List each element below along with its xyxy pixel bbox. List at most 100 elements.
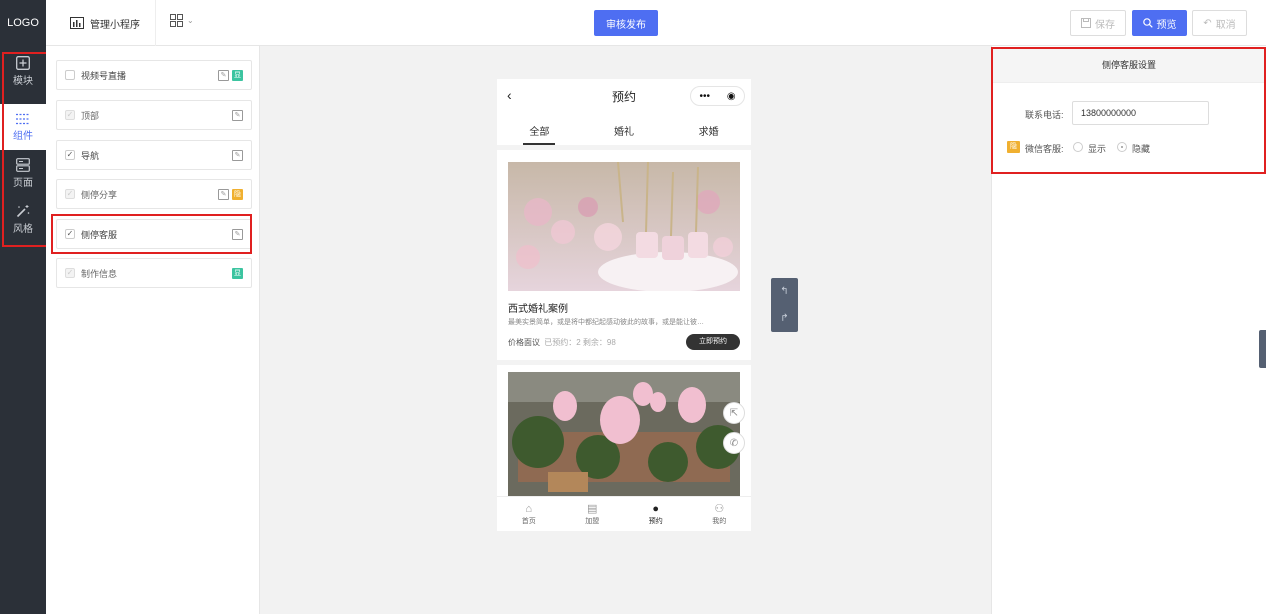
more-icon[interactable]: ••• (699, 91, 710, 102)
phone-header: ‹ 预约 ••• ◉ (497, 79, 751, 113)
checkbox: ✓ (65, 110, 75, 120)
components-icon (16, 113, 30, 124)
tabbar-label: 预约 (648, 517, 663, 525)
checkbox[interactable] (65, 70, 75, 80)
cancel-button[interactable]: ↶ 取消 (1192, 10, 1247, 36)
garden-balloon-photo[interactable] (508, 372, 740, 496)
undo-arrow-icon[interactable]: ↰ (780, 286, 788, 297)
tabbar-label: 我的 (712, 518, 727, 525)
card-title: 西式婚礼案例 (508, 304, 568, 315)
tabbar-item-join[interactable]: ▤ 加盟 (567, 497, 617, 531)
phone-icon: ✆ (729, 437, 739, 449)
component-label: 侧停分享 (81, 189, 118, 200)
share-icon: ⇱ (729, 407, 739, 419)
phone-preview: ‹ 预约 ••• ◉ 全部 婚礼 求婚 西式婚礼案例 最美实景简单，或是将中都纪… (497, 79, 751, 531)
edit-icon[interactable]: ✎ (218, 70, 229, 81)
component-panel: 视频号直播 ✎ 显 ✓ 顶部 ✎ ✓ 导航 ✎ ✓ 侧停分享 ✎ 隐 ✓ 侧停客… (46, 46, 260, 614)
save-icon (1081, 18, 1091, 28)
show-radio[interactable] (1073, 142, 1083, 152)
plus-square-icon (16, 55, 30, 70)
tab-all[interactable]: 全部 (523, 117, 556, 145)
tabbar-item-mine[interactable]: ⚇ 我的 (694, 497, 744, 531)
nav-item-pages[interactable]: 页面 (0, 150, 46, 196)
preview-button[interactable]: 预览 (1132, 10, 1187, 36)
back-arrow-icon[interactable]: ‹ (507, 87, 512, 103)
component-row-credits[interactable]: ✓ 制作信息 显 (56, 258, 252, 288)
user-icon: ⚇ (714, 503, 725, 515)
component-row-top[interactable]: ✓ 顶部 ✎ (56, 100, 252, 130)
tab-wedding[interactable]: 婚礼 (614, 117, 634, 145)
hide-option-label: 隐藏 (1132, 144, 1151, 154)
checkbox[interactable]: ✓ (65, 150, 75, 160)
show-option-label: 显示 (1088, 144, 1107, 154)
wechat-service-label: 微信客服: (1025, 144, 1064, 154)
edit-icon[interactable]: ✎ (232, 229, 243, 240)
clock-icon: ● (652, 502, 660, 515)
save-label: 保存 (1095, 19, 1115, 31)
share-float-button[interactable]: ⇱ (723, 402, 745, 424)
apps-menu[interactable]: ⌄ (170, 14, 194, 27)
card-meta: 价格面议 已预约：2 剩余：98 (508, 337, 616, 348)
price-text: 价格面议 (508, 338, 540, 347)
document-icon: ▤ (587, 503, 598, 515)
tabbar-label: 首页 (521, 517, 536, 525)
contact-phone-input[interactable] (1072, 101, 1209, 125)
chevron-down-icon: ⌄ (187, 16, 194, 25)
tab-proposal[interactable]: 求婚 (699, 117, 719, 145)
book-now-button[interactable]: 立即预约 (686, 334, 740, 350)
home-icon: ⌂ (525, 502, 533, 515)
component-label: 导航 (81, 150, 100, 161)
left-nav: 模块 组件 页面 风格 (0, 46, 46, 614)
submit-publish-button[interactable]: 审核发布 (594, 10, 658, 36)
nav-label: 组件 (13, 130, 33, 142)
close-target-icon[interactable]: ◉ (727, 91, 736, 102)
redo-arrow-icon[interactable]: ↱ (780, 313, 788, 324)
component-row-video-live[interactable]: 视频号直播 ✎ 显 (56, 60, 252, 90)
booking-stats: 已预约：2 剩余：98 (544, 338, 616, 347)
visible-badge[interactable]: 显 (232, 268, 243, 279)
miniprogram-capsule[interactable]: ••• ◉ (690, 86, 745, 106)
component-label: 顶部 (81, 110, 100, 121)
undo-redo-panel: ↰ ↱ (771, 278, 798, 332)
settings-panel: 侧停客服设置 (991, 46, 1266, 614)
nav-item-modules[interactable]: 模块 (0, 48, 46, 94)
component-label: 视频号直播 (81, 70, 127, 81)
phone-field-label: 联系电话: (1025, 110, 1064, 120)
nav-item-style[interactable]: 风格 (0, 196, 46, 242)
settings-title: 侧停客服设置 (993, 47, 1265, 83)
side-drawer-handle[interactable] (1259, 330, 1266, 368)
nav-item-components[interactable]: 组件 (0, 104, 46, 150)
edit-icon[interactable]: ✎ (232, 150, 243, 161)
tabbar-item-home[interactable]: ⌂ 首页 (504, 497, 554, 531)
phone-tabs: 全部 婚礼 求婚 (497, 117, 751, 145)
component-label: 制作信息 (81, 268, 118, 279)
manage-miniprogram-tab[interactable]: 管理小程序 (58, 0, 156, 46)
magic-wand-icon (16, 204, 30, 217)
undo-icon: ↶ (1203, 17, 1212, 29)
logo: LOGO (0, 0, 46, 46)
hide-radio[interactable] (1117, 142, 1127, 152)
service-float-button[interactable]: ✆ (723, 432, 745, 454)
nav-label: 页面 (13, 177, 33, 189)
save-button[interactable]: 保存 (1070, 10, 1126, 36)
checkbox: ✓ (65, 189, 75, 199)
checkbox[interactable]: ✓ (65, 229, 75, 239)
divider (497, 145, 751, 150)
component-row-side-share[interactable]: ✓ 侧停分享 ✎ 隐 (56, 179, 252, 209)
nav-label: 模块 (13, 75, 33, 87)
preview-label: 预览 (1156, 19, 1177, 31)
search-icon (1142, 18, 1153, 28)
component-row-nav[interactable]: ✓ 导航 ✎ (56, 140, 252, 170)
edit-icon[interactable]: ✎ (218, 189, 229, 200)
wedding-dessert-photo[interactable] (508, 162, 740, 291)
grid-icon (170, 14, 183, 27)
bar-chart-icon (70, 17, 84, 29)
visible-badge[interactable]: 显 (232, 70, 243, 81)
tabbar-item-booking[interactable]: ● 预约 (631, 497, 681, 531)
checkbox: ✓ (65, 268, 75, 278)
component-row-side-service[interactable]: ✓ 侧停客服 ✎ (56, 219, 252, 249)
cancel-label: 取消 (1215, 19, 1236, 31)
hidden-badge[interactable]: 隐 (232, 189, 243, 200)
hidden-badge[interactable]: 隐 (1007, 141, 1020, 153)
edit-icon[interactable]: ✎ (232, 110, 243, 121)
